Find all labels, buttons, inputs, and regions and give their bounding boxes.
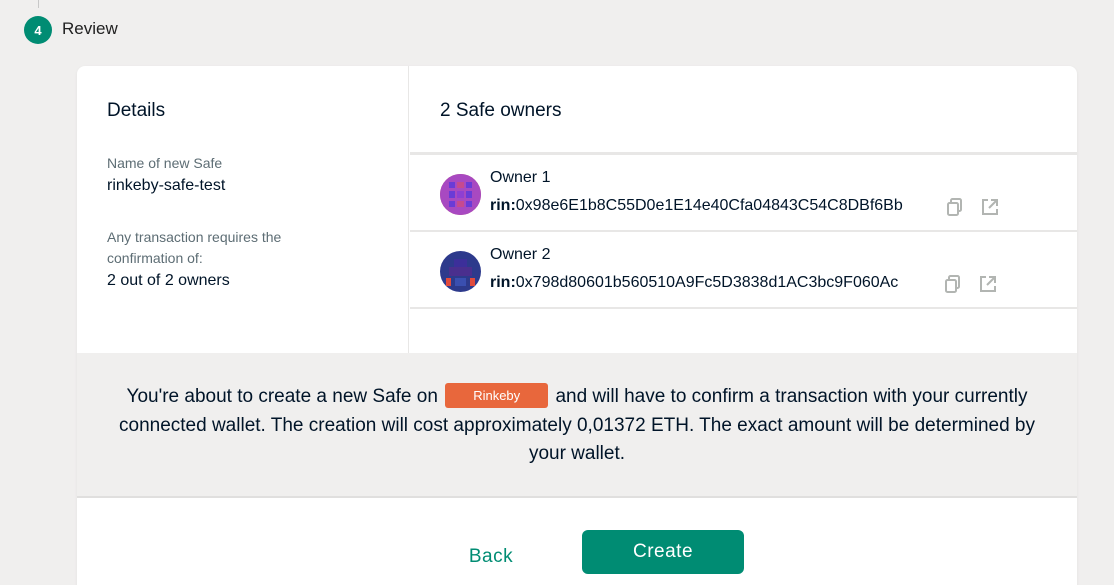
owner-avatar [440,251,481,292]
owners-panel: 2 Safe owners Owner 1 rin:0x98e6E1b8C55D… [410,66,1077,353]
step-label: Review [62,19,118,38]
owner-name: Owner 2 [490,246,551,263]
details-panel: Details Name of new Safe rinkeby-safe-te… [77,66,409,353]
network-prefix: rin: [490,197,516,214]
owner-address[interactable]: rin:0x98e6E1b8C55D0e1E14e40Cfa04843C54C8… [490,197,903,215]
network-badge: Rinkeby [445,383,549,408]
owner-row: Owner 1 rin:0x98e6E1b8C55D0e1E14e40Cfa04… [410,155,1077,232]
external-link-icon[interactable] [980,197,1000,217]
owner-name: Owner 1 [490,169,551,186]
notice-text-start: You're about to create a new Safe on [126,386,438,407]
identicon-icon [440,251,481,292]
threshold-value: 2 out of 2 owners [107,272,230,289]
safe-name-value: rinkeby-safe-test [107,177,226,194]
details-title: Details [107,100,166,121]
safe-name-label: Name of new Safe [107,155,223,171]
external-link-icon[interactable] [978,274,998,294]
copy-icon[interactable] [943,274,963,294]
network-prefix: rin: [490,274,516,291]
copy-icon[interactable] [945,197,965,217]
address-text: 0x98e6E1b8C55D0e1E14e40Cfa04843C54C8DBf6… [515,197,903,214]
action-footer: Back Create [77,500,1077,585]
back-button[interactable]: Back [447,542,535,572]
owner-avatar [440,174,481,215]
owner-address[interactable]: rin:0x798d80601b560510A9Fc5D3838d1AC3bc9… [490,274,898,292]
owner-row: Owner 2 rin:0x798d80601b560510A9Fc5D3838… [410,232,1077,309]
threshold-label: Any transaction requires the confirmatio… [107,229,282,266]
identicon-icon [440,174,481,215]
owners-title: 2 Safe owners [440,100,562,121]
creation-notice: You're about to create a new Safe on Rin… [77,353,1077,498]
step-number-badge: 4 [24,16,52,44]
review-card: Details Name of new Safe rinkeby-safe-te… [77,66,1077,585]
notice-text: You're about to create a new Safe on Rin… [113,383,1041,469]
address-text: 0x798d80601b560510A9Fc5D3838d1AC3bc9F060… [515,274,899,291]
stepper-connector [38,0,39,8]
create-button[interactable]: Create [582,530,744,574]
